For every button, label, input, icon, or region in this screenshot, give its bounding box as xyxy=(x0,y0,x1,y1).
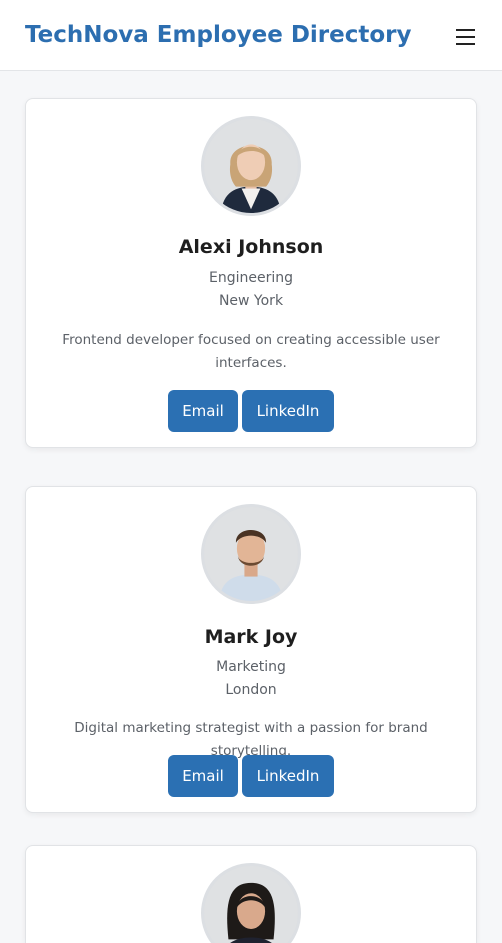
employee-avatar xyxy=(201,504,301,604)
employee-location: New York xyxy=(218,293,284,309)
employee-avatar xyxy=(201,863,301,943)
page-title: TechNova Employee Directory xyxy=(25,22,412,48)
avatar-photo-icon xyxy=(204,119,298,213)
employee-location: London xyxy=(225,682,277,698)
employee-avatar xyxy=(201,116,301,216)
app-header: TechNova Employee Directory xyxy=(0,0,502,71)
employee-department: Engineering xyxy=(209,270,293,286)
employee-card xyxy=(25,845,477,943)
employee-card: Alexi Johnson Engineering New York Front… xyxy=(25,98,477,448)
avatar-photo-icon xyxy=(204,866,298,943)
employee-bio: Frontend developer focused on creating a… xyxy=(62,332,440,371)
linkedin-button[interactable]: LinkedIn xyxy=(242,755,334,797)
employee-name: Alexi Johnson xyxy=(178,236,324,258)
email-button[interactable]: Email xyxy=(168,390,238,432)
hamburger-menu-icon[interactable] xyxy=(456,28,476,46)
avatar-photo-icon xyxy=(204,507,298,601)
employee-department: Marketing xyxy=(216,659,286,675)
employee-card: Mark Joy Marketing London Digital market… xyxy=(25,486,477,813)
email-button[interactable]: Email xyxy=(168,755,238,797)
linkedin-button[interactable]: LinkedIn xyxy=(242,390,334,432)
employee-name: Mark Joy xyxy=(204,626,298,648)
